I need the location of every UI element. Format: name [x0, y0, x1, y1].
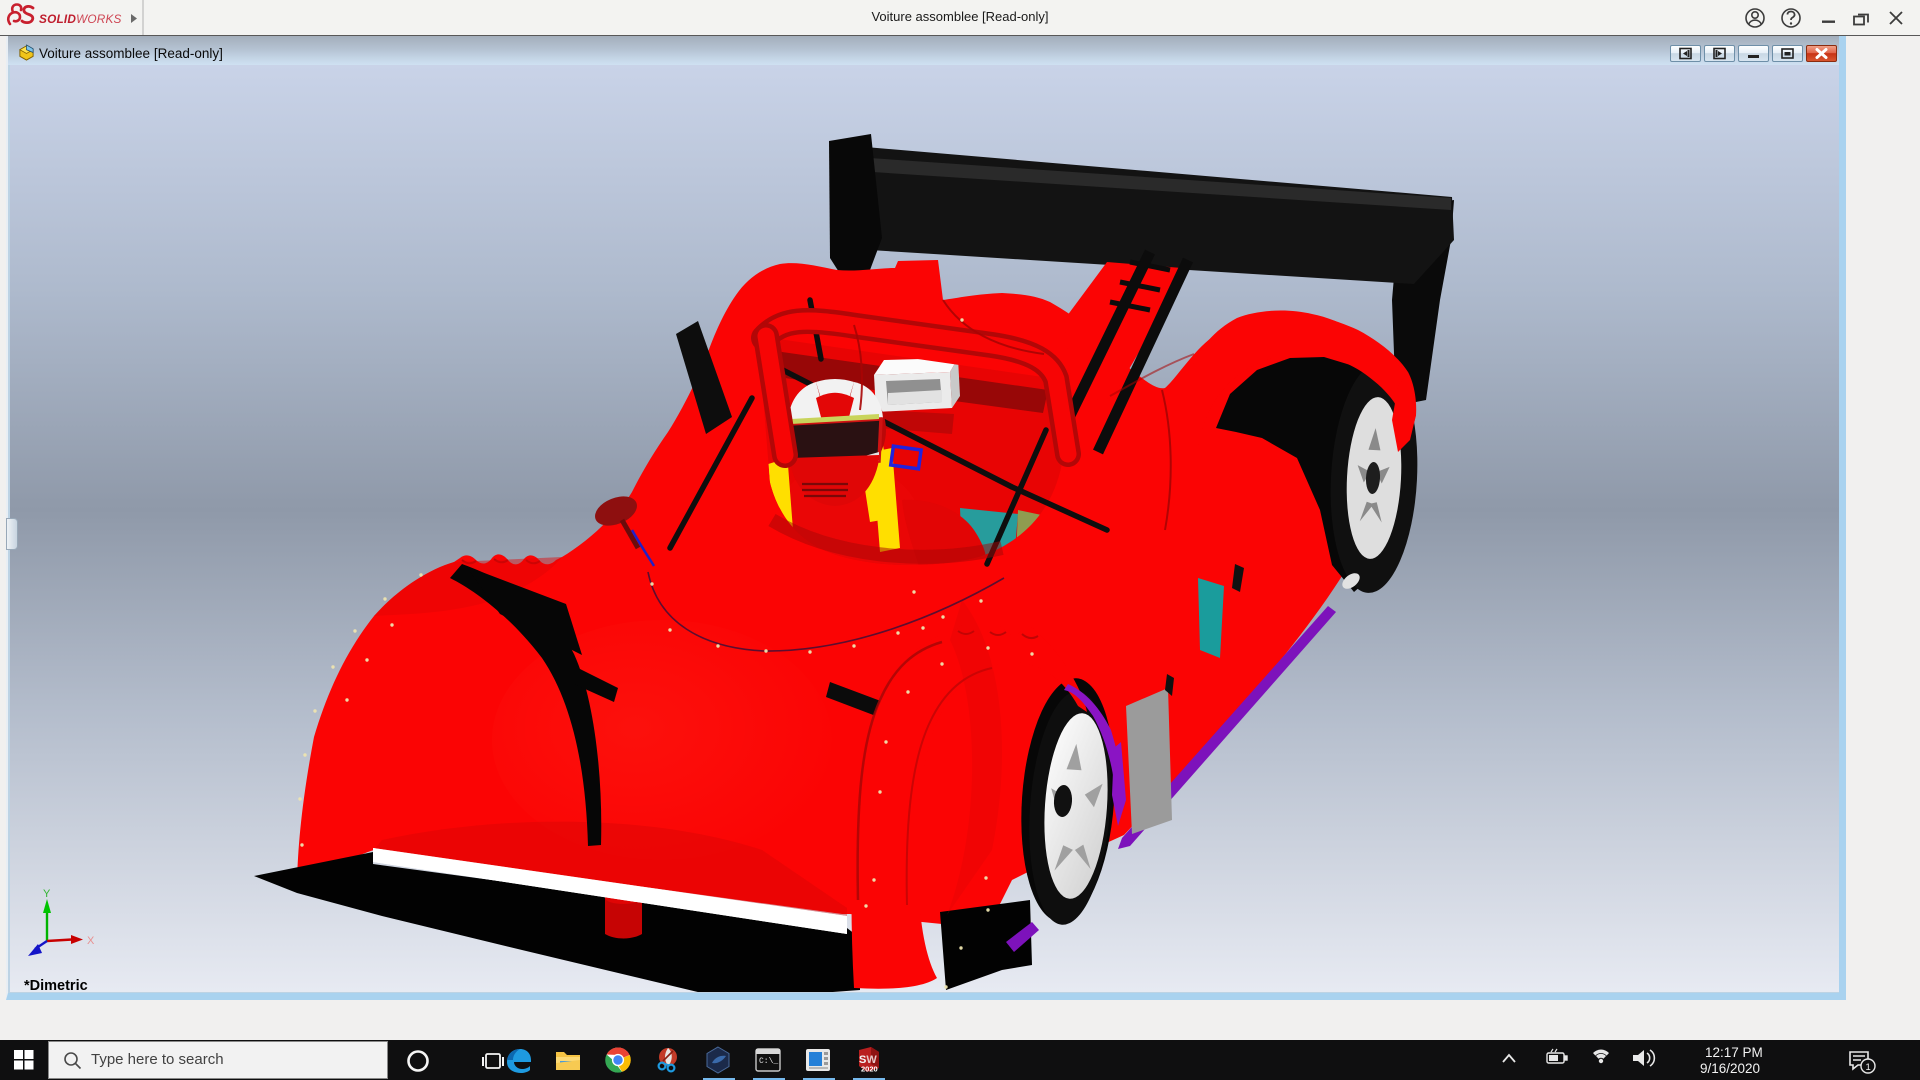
svg-text:X: X — [87, 935, 95, 947]
svg-text:*Dimetric: *Dimetric — [24, 978, 88, 992]
svg-text:9/16/2020: 9/16/2020 — [1700, 1061, 1760, 1076]
svg-text:C:\_: C:\_ — [759, 1057, 778, 1066]
svg-text:2020: 2020 — [861, 1065, 878, 1074]
svg-text:Y: Y — [43, 888, 51, 900]
svg-text:1: 1 — [1866, 1062, 1871, 1073]
svg-text:12:17 PM: 12:17 PM — [1705, 1045, 1763, 1060]
